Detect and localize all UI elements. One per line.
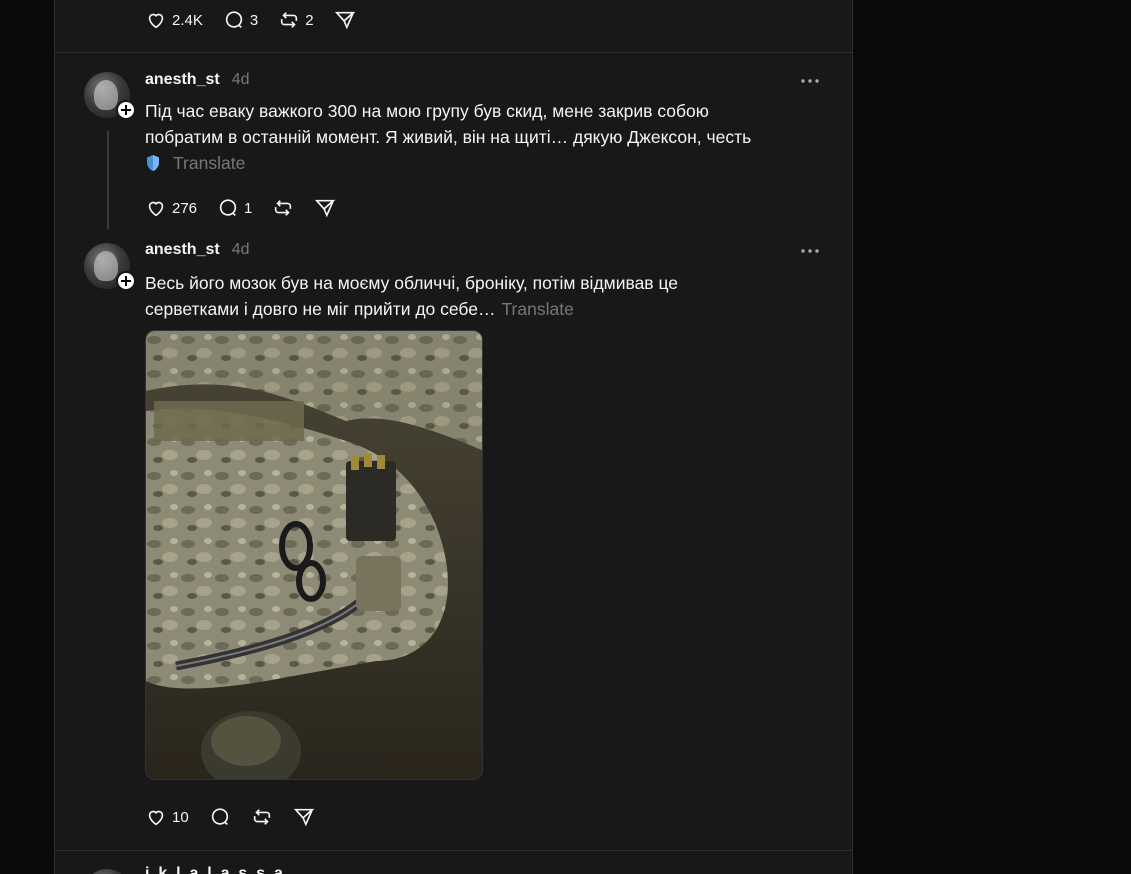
repost-button[interactable] [272, 196, 294, 220]
send-icon [293, 808, 315, 827]
like-count: 10 [172, 808, 189, 826]
thread-line [107, 131, 109, 229]
more-icon [801, 79, 819, 83]
repost-icon [281, 12, 298, 28]
like-button[interactable]: 276 [145, 196, 197, 220]
post-3: i_k_l_a_l_a_s_s_a [55, 851, 852, 874]
repost-icon [275, 200, 292, 216]
avatar-figure [94, 251, 118, 281]
repost-count: 2 [305, 11, 314, 29]
gear-photo [146, 331, 482, 779]
share-button[interactable] [314, 196, 336, 220]
repost-button[interactable] [251, 805, 273, 829]
share-button[interactable] [334, 8, 356, 32]
heart-icon [148, 13, 164, 29]
more-options-button[interactable] [800, 241, 820, 261]
heart-icon [148, 201, 164, 217]
post-header: anesth_st 4d [145, 71, 250, 89]
plus-icon [121, 276, 131, 286]
send-icon [315, 199, 336, 218]
top-post-actions: 2.4K 3 2 [145, 8, 376, 32]
post-2: anesth_st 4d Весь його мозок був на моєм… [55, 233, 852, 850]
translate-link[interactable]: Translate [173, 153, 245, 173]
more-icon [801, 249, 819, 253]
timestamp[interactable]: 4d [232, 241, 250, 259]
reply-count: 1 [244, 199, 253, 217]
send-icon [334, 11, 355, 30]
username[interactable]: i_k_l_a_l_a_s_s_a [145, 865, 283, 874]
feed-column: 2.4K 3 2 anesth_st 4d Під час еваку важк… [54, 0, 853, 874]
post-header: i_k_l_a_l_a_s_s_a [145, 865, 283, 874]
post-text-line: Весь його мозок був на моєму обличчі, бр… [145, 273, 679, 293]
like-button[interactable]: 10 [145, 805, 189, 829]
more-options-button[interactable] [800, 71, 820, 91]
like-count: 276 [172, 199, 198, 217]
username[interactable]: anesth_st [145, 241, 220, 259]
repost-icon [253, 809, 270, 825]
shield-icon [147, 155, 159, 171]
post-header: anesth_st 4d [145, 241, 250, 259]
timestamp[interactable]: 4d [232, 71, 250, 89]
like-count: 2.4K [172, 11, 203, 29]
like-button[interactable]: 2.4K [145, 8, 203, 32]
reply-button[interactable] [209, 805, 231, 829]
avatar[interactable] [84, 243, 136, 291]
post-text: Під час еваку важкого 300 на мою групу б… [145, 98, 795, 176]
reply-count: 3 [249, 11, 259, 29]
avatar-figure [94, 80, 118, 110]
post-image[interactable] [145, 330, 483, 780]
post-text-line: Translate [145, 150, 795, 176]
avatar[interactable] [84, 72, 136, 120]
post-text-fragment: серветками і довго не міг прийти до себе… [145, 299, 496, 319]
translate-link[interactable]: Translate [502, 299, 574, 319]
share-button[interactable] [293, 805, 315, 829]
follow-button[interactable] [116, 100, 136, 120]
comment-icon [225, 11, 243, 28]
username[interactable]: anesth_st [145, 71, 220, 89]
post-text-line: побратим в останній момент. Я живий, він… [145, 127, 752, 147]
post-1: anesth_st 4d Під час еваку важкого 300 н… [55, 53, 852, 233]
post-actions: 276 1 [145, 196, 356, 220]
heart-icon [148, 810, 164, 826]
reply-button[interactable]: 1 [217, 196, 252, 220]
post-actions: 10 [145, 805, 335, 829]
post-text-line: Під час еваку важкого 300 на мою групу б… [145, 101, 709, 121]
comment-icon [219, 199, 237, 216]
reply-button[interactable]: 3 [223, 8, 258, 32]
follow-button[interactable] [116, 271, 136, 291]
repost-button[interactable]: 2 [278, 8, 314, 32]
avatar[interactable] [84, 869, 130, 874]
plus-icon [121, 105, 131, 115]
post-text-line: серветками і довго не міг прийти до себе… [145, 296, 795, 322]
post-text: Весь його мозок був на моєму обличчі, бр… [145, 270, 795, 322]
comment-icon [211, 808, 228, 825]
